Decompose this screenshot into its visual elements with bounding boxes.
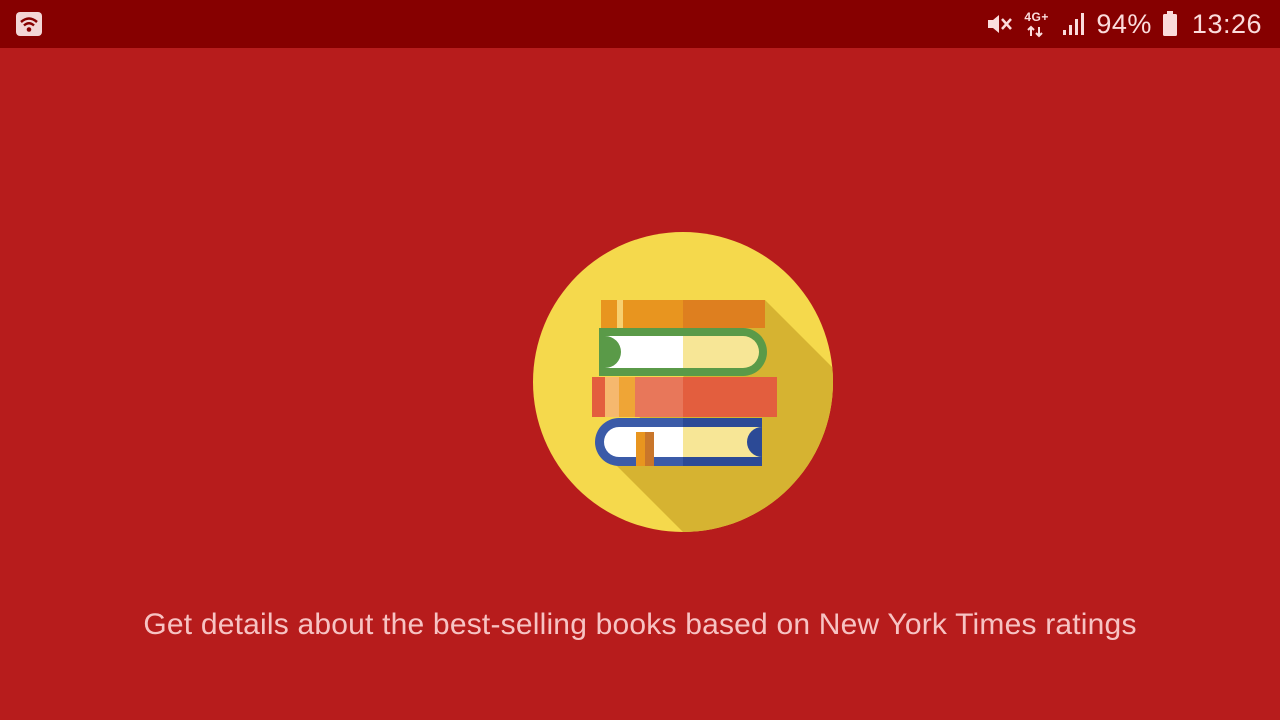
mute-icon (986, 11, 1014, 37)
status-bar: 4G+ 94% 13:26 (0, 0, 1280, 48)
signal-strength-icon (1062, 12, 1086, 36)
wifi-icon (16, 12, 42, 36)
battery-percent: 94% (1096, 9, 1152, 39)
tagline: Get details about the best-selling books… (143, 608, 1137, 641)
stacked-books-icon (533, 232, 833, 532)
status-indicators: 4G+ 94% 13:26 (986, 0, 1262, 48)
network-type-icon: 4G+ (1024, 9, 1052, 39)
battery-icon (1162, 11, 1178, 37)
clock: 13:26 (1191, 9, 1262, 39)
